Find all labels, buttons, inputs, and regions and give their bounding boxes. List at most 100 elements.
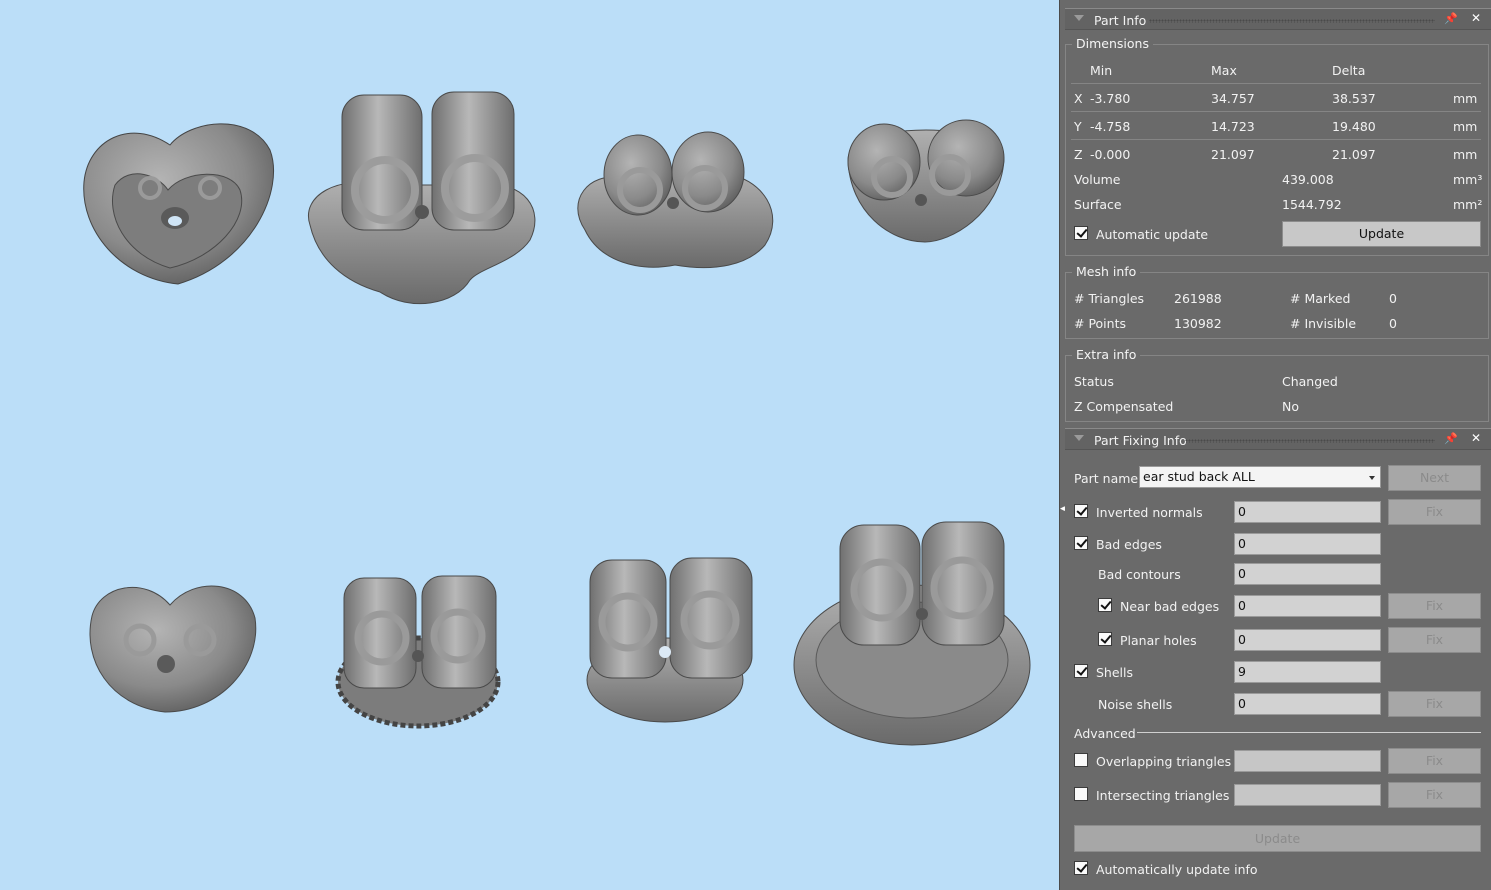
y-max-value: 14.723 bbox=[1211, 119, 1255, 134]
x-min-value: -3.780 bbox=[1090, 91, 1131, 106]
right-dock-panel: Part Info 📌 ✕ Dimensions Min Max Delta X… bbox=[1065, 0, 1491, 890]
shells-checkbox[interactable] bbox=[1074, 664, 1088, 678]
volume-label: Volume bbox=[1074, 172, 1121, 187]
near-bad-edges-label: Near bad edges bbox=[1120, 599, 1220, 614]
noise-shells-field[interactable]: 0 bbox=[1234, 693, 1381, 715]
noise-shells-label: Noise shells bbox=[1098, 697, 1173, 712]
planar-holes-label: Planar holes bbox=[1120, 633, 1197, 648]
model-ear-stud-7[interactable] bbox=[586, 557, 753, 723]
pin-icon[interactable]: 📌 bbox=[1444, 12, 1458, 25]
divider bbox=[1071, 83, 1481, 84]
collapse-triangle-icon[interactable] bbox=[1074, 15, 1084, 21]
fix-planar-holes-button[interactable]: Fix bbox=[1388, 627, 1481, 653]
y-min-value: -4.758 bbox=[1090, 119, 1131, 134]
points-value: 130982 bbox=[1174, 316, 1222, 331]
dimensions-update-button[interactable]: Update bbox=[1282, 221, 1481, 247]
drag-grip[interactable] bbox=[1185, 439, 1435, 443]
close-icon[interactable]: ✕ bbox=[1471, 431, 1481, 445]
advanced-label: Advanced bbox=[1074, 726, 1136, 741]
overlapping-triangles-checkbox[interactable] bbox=[1074, 753, 1088, 767]
part-name-select[interactable]: ear stud back ALL bbox=[1139, 466, 1381, 488]
advanced-divider bbox=[1137, 732, 1481, 733]
surface-label: Surface bbox=[1074, 197, 1122, 212]
fix-intersecting-triangles-button[interactable]: Fix bbox=[1388, 782, 1481, 808]
inverted-normals-field[interactable]: 0 bbox=[1234, 501, 1381, 523]
dimensions-legend: Dimensions bbox=[1072, 36, 1153, 51]
part-info-titlebar[interactable]: Part Info 📌 ✕ bbox=[1065, 8, 1491, 30]
x-max-value: 34.757 bbox=[1211, 91, 1255, 106]
surface-value: 1544.792 bbox=[1282, 197, 1342, 212]
x-delta-value: 38.537 bbox=[1332, 91, 1376, 106]
z-compensated-value: No bbox=[1282, 399, 1299, 414]
divider bbox=[1071, 139, 1481, 140]
next-button[interactable]: Next bbox=[1388, 465, 1481, 491]
model-ear-stud-8[interactable] bbox=[793, 521, 1031, 746]
inverted-normals-checkbox[interactable] bbox=[1074, 504, 1088, 518]
model-ear-stud-4[interactable] bbox=[847, 119, 1005, 243]
mesh-info-legend: Mesh info bbox=[1072, 264, 1141, 279]
fix-inverted-normals-button[interactable]: Fix bbox=[1388, 499, 1481, 525]
volume-unit: mm³ bbox=[1453, 172, 1483, 187]
axis-z-label: Z bbox=[1074, 147, 1083, 162]
part-fixing-title: Part Fixing Info bbox=[1094, 433, 1187, 448]
inverted-normals-label: Inverted normals bbox=[1096, 505, 1203, 520]
divider bbox=[1071, 111, 1481, 112]
planar-holes-checkbox[interactable] bbox=[1098, 632, 1112, 646]
bad-edges-checkbox[interactable] bbox=[1074, 536, 1088, 550]
auto-update-info-label: Automatically update info bbox=[1096, 862, 1258, 877]
model-ear-stud-6[interactable] bbox=[335, 575, 501, 729]
points-label: # Points bbox=[1074, 316, 1126, 331]
bad-contours-label: Bad contours bbox=[1098, 567, 1181, 582]
near-bad-edges-field[interactable]: 0 bbox=[1234, 595, 1381, 617]
near-bad-edges-checkbox[interactable] bbox=[1098, 598, 1112, 612]
pin-icon[interactable]: 📌 bbox=[1444, 432, 1458, 445]
invisible-value: 0 bbox=[1389, 316, 1397, 331]
overlapping-triangles-label: Overlapping triangles bbox=[1096, 754, 1232, 769]
planar-holes-field[interactable]: 0 bbox=[1234, 629, 1381, 651]
intersecting-triangles-label: Intersecting triangles bbox=[1096, 788, 1230, 803]
shells-field[interactable]: 9 bbox=[1234, 661, 1381, 683]
collapse-triangle-icon[interactable] bbox=[1074, 435, 1084, 441]
3d-viewport[interactable] bbox=[0, 0, 1059, 890]
model-ear-stud-5[interactable] bbox=[89, 585, 257, 713]
surface-unit: mm² bbox=[1453, 197, 1483, 212]
part-name-value: ear stud back ALL bbox=[1143, 469, 1255, 484]
fix-noise-shells-button[interactable]: Fix bbox=[1388, 691, 1481, 717]
auto-update-info-checkbox[interactable] bbox=[1074, 861, 1088, 875]
fix-overlapping-triangles-button[interactable]: Fix bbox=[1388, 748, 1481, 774]
bad-edges-field[interactable]: 0 bbox=[1234, 533, 1381, 555]
chevron-down-icon bbox=[1369, 476, 1375, 480]
header-max: Max bbox=[1211, 63, 1237, 78]
y-delta-value: 19.480 bbox=[1332, 119, 1376, 134]
x-unit: mm bbox=[1453, 91, 1478, 106]
model-ear-stud-3[interactable] bbox=[577, 131, 774, 269]
bad-contours-field[interactable]: 0 bbox=[1234, 563, 1381, 585]
overlapping-triangles-field[interactable] bbox=[1234, 750, 1381, 772]
drag-grip[interactable] bbox=[1149, 19, 1435, 23]
status-value: Changed bbox=[1282, 374, 1338, 389]
fixing-update-button[interactable]: Update bbox=[1074, 825, 1481, 852]
header-delta: Delta bbox=[1332, 63, 1366, 78]
z-compensated-label: Z Compensated bbox=[1074, 399, 1174, 414]
intersecting-triangles-field[interactable] bbox=[1234, 784, 1381, 806]
z-delta-value: 21.097 bbox=[1332, 147, 1376, 162]
part-name-label: Part name bbox=[1074, 471, 1139, 486]
z-unit: mm bbox=[1453, 147, 1478, 162]
marked-label: # Marked bbox=[1290, 291, 1351, 306]
volume-value: 439.008 bbox=[1282, 172, 1334, 187]
z-min-value: -0.000 bbox=[1090, 147, 1131, 162]
extra-info-legend: Extra info bbox=[1072, 347, 1141, 362]
triangles-value: 261988 bbox=[1174, 291, 1222, 306]
status-label: Status bbox=[1074, 374, 1114, 389]
part-fixing-titlebar[interactable]: Part Fixing Info 📌 ✕ bbox=[1065, 428, 1491, 450]
fix-near-bad-edges-button[interactable]: Fix bbox=[1388, 593, 1481, 619]
automatic-update-checkbox[interactable] bbox=[1074, 226, 1088, 240]
z-max-value: 21.097 bbox=[1211, 147, 1255, 162]
automatic-update-label: Automatic update bbox=[1096, 227, 1209, 242]
model-ear-stud-1[interactable] bbox=[83, 123, 274, 285]
intersecting-triangles-checkbox[interactable] bbox=[1074, 787, 1088, 801]
model-ear-stud-2[interactable] bbox=[307, 91, 536, 305]
part-info-title: Part Info bbox=[1094, 13, 1147, 28]
axis-x-label: X bbox=[1074, 91, 1083, 106]
close-icon[interactable]: ✕ bbox=[1471, 11, 1481, 25]
